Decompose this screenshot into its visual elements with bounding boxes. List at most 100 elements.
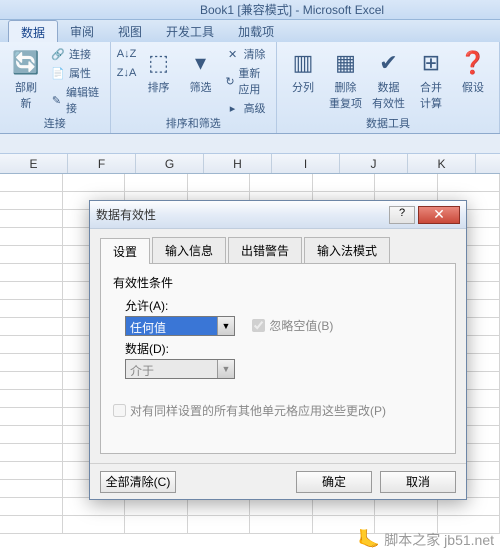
cancel-button[interactable]: 取消: [380, 471, 456, 493]
tab-ime-mode[interactable]: 输入法模式: [304, 237, 390, 263]
grid-row[interactable]: [0, 174, 500, 192]
cell[interactable]: [0, 354, 63, 372]
cell[interactable]: [63, 498, 126, 516]
close-button[interactable]: ✕: [418, 206, 460, 224]
tab-review[interactable]: 审阅: [58, 20, 106, 42]
cell[interactable]: [0, 264, 63, 282]
ignore-blank-checkbox: 忽略空值(B): [252, 317, 333, 334]
ribbon: 🔄 部刷新 🔗连接 📄属性 ✎编辑链接 连接 A↓Z Z↓A ⬚ 排序 ▾ 筛选: [0, 42, 500, 134]
reapply-icon: ↻: [225, 73, 236, 89]
cell[interactable]: [0, 210, 63, 228]
cell[interactable]: [188, 516, 251, 534]
cell[interactable]: [188, 174, 251, 192]
grid-row[interactable]: [0, 498, 500, 516]
col-header[interactable]: G: [136, 154, 204, 173]
refresh-icon: 🔄: [10, 47, 42, 79]
sort-desc-icon: Z↓A: [119, 65, 135, 81]
whatif-icon: ❓: [457, 47, 489, 79]
cell[interactable]: [0, 192, 63, 210]
cell[interactable]: [125, 498, 188, 516]
tab-input-message[interactable]: 输入信息: [152, 237, 226, 263]
advanced-icon: ▸: [225, 100, 241, 116]
tab-developer[interactable]: 开发工具: [154, 20, 226, 42]
cell[interactable]: [313, 498, 376, 516]
allow-label: 允许(A):: [125, 297, 443, 314]
cell[interactable]: [438, 174, 500, 192]
cell[interactable]: [0, 282, 63, 300]
properties-icon: 📄: [50, 65, 66, 81]
column-headers: E F G H I J K: [0, 154, 500, 174]
edit-link-icon: ✎: [50, 92, 63, 108]
cell[interactable]: [125, 516, 188, 534]
tab-error-alert[interactable]: 出错警告: [228, 237, 302, 263]
group-connections-label: 连接: [0, 115, 110, 131]
data-validation-dialog: 数据有效性 ? ✕ 设置 输入信息 出错警告 输入法模式 有效性条件 允许(A)…: [89, 200, 467, 500]
cell[interactable]: [250, 516, 313, 534]
cell[interactable]: [0, 498, 63, 516]
col-header[interactable]: J: [340, 154, 408, 173]
link-icon: 🔗: [50, 46, 66, 62]
col-header[interactable]: H: [204, 154, 272, 173]
cell[interactable]: [0, 246, 63, 264]
consolidate-icon: ⊞: [415, 47, 447, 79]
dedup-icon: ▦: [330, 47, 362, 79]
tab-view[interactable]: 视图: [106, 20, 154, 42]
cell[interactable]: [188, 498, 251, 516]
window-title: Book1 [兼容模式] - Microsoft Excel: [0, 0, 500, 20]
cell[interactable]: [0, 444, 63, 462]
watermark: 🦶 脚本之家 jb51.net: [358, 529, 494, 550]
col-header[interactable]: E: [0, 154, 68, 173]
edit-links-button[interactable]: ✎编辑链接: [48, 83, 104, 117]
footprint-icon: 🦶: [358, 529, 380, 550]
cell[interactable]: [0, 372, 63, 390]
col-header[interactable]: I: [272, 154, 340, 173]
tab-data[interactable]: 数据: [8, 20, 58, 42]
ribbon-tabstrip: 数据 审阅 视图 开发工具 加载项: [0, 20, 500, 42]
cell[interactable]: [0, 228, 63, 246]
cell[interactable]: [63, 516, 126, 534]
clear-filter-button[interactable]: ✕清除: [223, 45, 270, 63]
sort-asc-icon: A↓Z: [119, 46, 135, 62]
cell[interactable]: [250, 498, 313, 516]
help-button[interactable]: ?: [389, 206, 415, 224]
cell[interactable]: [0, 516, 63, 534]
clear-all-button[interactable]: 全部清除(C): [100, 471, 176, 493]
ok-button[interactable]: 确定: [296, 471, 372, 493]
cell[interactable]: [250, 174, 313, 192]
sort-desc-button[interactable]: Z↓A: [117, 64, 137, 82]
formula-bar[interactable]: [0, 134, 500, 154]
cell[interactable]: [0, 318, 63, 336]
apply-to-others-checkbox: 对有同样设置的所有其他单元格应用这些更改(P): [113, 402, 386, 419]
cell[interactable]: [375, 498, 438, 516]
tab-addins[interactable]: 加载项: [226, 20, 286, 42]
tab-settings[interactable]: 设置: [100, 238, 150, 264]
cell[interactable]: [375, 174, 438, 192]
funnel-icon: ▾: [185, 47, 217, 79]
chevron-down-icon: ▼: [217, 317, 234, 335]
cell[interactable]: [0, 462, 63, 480]
connections-button[interactable]: 🔗连接: [48, 45, 104, 63]
sort-asc-button[interactable]: A↓Z: [117, 45, 137, 63]
cell[interactable]: [63, 174, 126, 192]
validation-icon: ✔: [373, 47, 405, 79]
group-datatools-label: 数据工具: [277, 115, 499, 131]
cell[interactable]: [0, 408, 63, 426]
cell[interactable]: [0, 390, 63, 408]
col-header[interactable]: K: [408, 154, 476, 173]
cell[interactable]: [125, 174, 188, 192]
texttocol-icon: ▥: [287, 47, 319, 79]
chevron-down-icon: ▼: [217, 360, 234, 378]
dialog-title: 数据有效性: [96, 206, 389, 223]
cell[interactable]: [0, 336, 63, 354]
cell[interactable]: [438, 498, 500, 516]
reapply-button[interactable]: ↻重新应用: [223, 64, 270, 98]
dialog-tabs: 设置 输入信息 出错警告 输入法模式: [100, 237, 456, 264]
col-header[interactable]: F: [68, 154, 136, 173]
cell[interactable]: [0, 426, 63, 444]
cell[interactable]: [0, 300, 63, 318]
cell[interactable]: [0, 174, 63, 192]
properties-button[interactable]: 📄属性: [48, 64, 104, 82]
cell[interactable]: [313, 174, 376, 192]
allow-dropdown[interactable]: 任何值 ▼: [125, 316, 235, 336]
cell[interactable]: [0, 480, 63, 498]
